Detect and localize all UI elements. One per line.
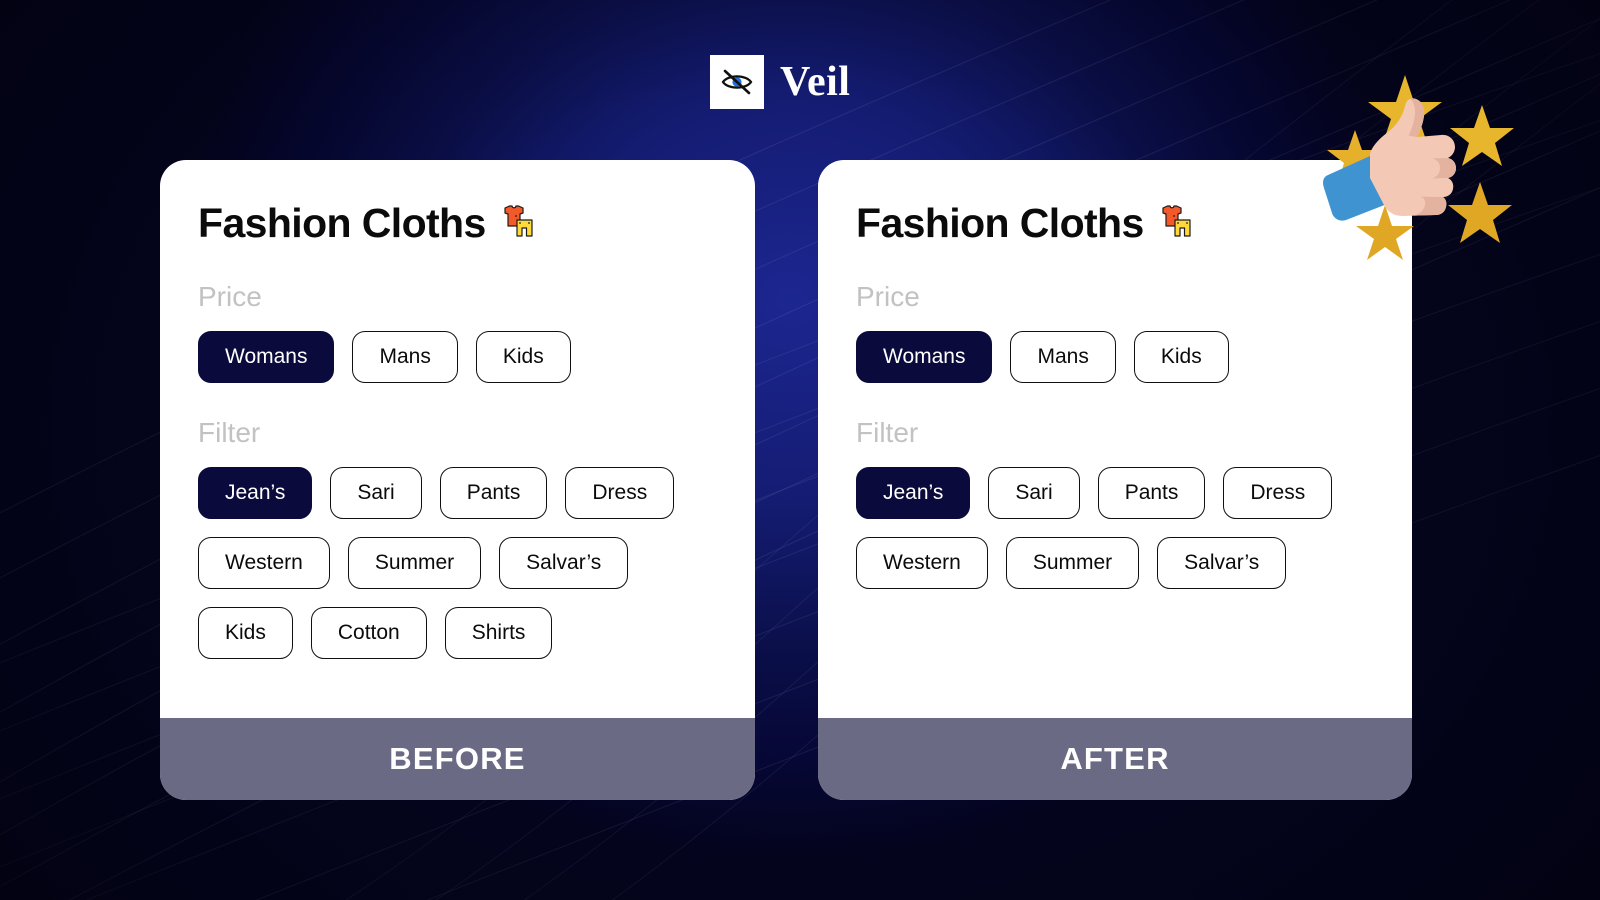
filter-chip-summer[interactable]: Summer <box>347 537 482 589</box>
screenshot-root: Veil Fashion Cloths Price Womans Mans Kids <box>0 0 1600 900</box>
filter-chip-western[interactable]: Western <box>856 537 988 589</box>
section-label-price: Price <box>856 281 920 312</box>
card-body: Fashion Cloths Price Womans Mans Kids Filt… <box>818 160 1412 718</box>
filter-chip-salvar-s[interactable]: Salvar’s <box>1157 537 1287 589</box>
filter-chip-womans[interactable]: Womans <box>856 331 993 383</box>
filter-chip-womans[interactable]: Womans <box>198 331 335 383</box>
card-footer-before: BEFORE <box>160 718 755 800</box>
filter-chip-sari[interactable]: Sari <box>988 467 1080 519</box>
filter-chip-salvar-s[interactable]: Salvar’s <box>499 537 629 589</box>
card-body: Fashion Cloths Price Womans Mans Kids Filt… <box>160 160 755 718</box>
filter-chip-jean-s[interactable]: Jean’s <box>198 467 313 519</box>
filter-chip-dress[interactable]: Dress <box>565 467 675 519</box>
filter-chip-mans[interactable]: Mans <box>352 331 458 383</box>
page-title: Fashion Cloths <box>856 200 1374 247</box>
filter-chip-jean-s[interactable]: Jean’s <box>856 467 971 519</box>
filter-chip-dress[interactable]: Dress <box>1223 467 1333 519</box>
filter-chip-kids[interactable]: Kids <box>1133 331 1229 383</box>
chip-group-filter: Jean’s Sari Pants Dress Western Summer Salvar’… <box>856 467 1374 589</box>
filter-chip-shirts[interactable]: Shirts <box>444 607 553 659</box>
filter-chip-cotton[interactable]: Cotton <box>310 607 427 659</box>
clothing-emoji-icon <box>504 204 533 237</box>
section-label-price: Price <box>198 281 262 312</box>
page-title: Fashion Cloths <box>198 200 717 247</box>
section-label-filter: Filter <box>198 417 261 448</box>
filter-chip-kids[interactable]: Kids <box>198 607 293 659</box>
chip-group-filter: Jean’s Sari Pants Dress Western Summer Salvar’… <box>198 467 717 659</box>
filter-chip-western[interactable]: Western <box>198 537 330 589</box>
clothing-emoji-icon <box>1162 204 1191 237</box>
clothing-emoji <box>496 204 536 244</box>
comparison-card-after: Fashion Cloths Price Womans Mans Kids Filt… <box>818 160 1412 800</box>
card-title-text: Fashion Cloths <box>856 200 1144 246</box>
card-footer-after: AFTER <box>818 718 1412 800</box>
filter-chip-mans[interactable]: Mans <box>1010 331 1116 383</box>
brand-logo: Veil <box>710 55 850 109</box>
clothing-emoji <box>1154 204 1194 244</box>
section-label-filter: Filter <box>856 417 919 448</box>
brand-wordmark: Veil <box>780 59 851 105</box>
card-title-text: Fashion Cloths <box>198 200 486 246</box>
filter-chip-pants[interactable]: Pants <box>439 467 548 519</box>
comparison-card-before: Fashion Cloths Price Womans Mans Kids Filt… <box>160 160 755 800</box>
filter-chip-summer[interactable]: Summer <box>1005 537 1140 589</box>
logo-badge <box>710 55 764 109</box>
filter-chip-sari[interactable]: Sari <box>330 467 422 519</box>
chip-group-price: Womans Mans Kids <box>856 331 1374 383</box>
eye-slash-icon <box>721 69 753 95</box>
chip-group-price: Womans Mans Kids <box>198 331 717 383</box>
filter-chip-kids[interactable]: Kids <box>475 331 571 383</box>
filter-chip-pants[interactable]: Pants <box>1097 467 1206 519</box>
